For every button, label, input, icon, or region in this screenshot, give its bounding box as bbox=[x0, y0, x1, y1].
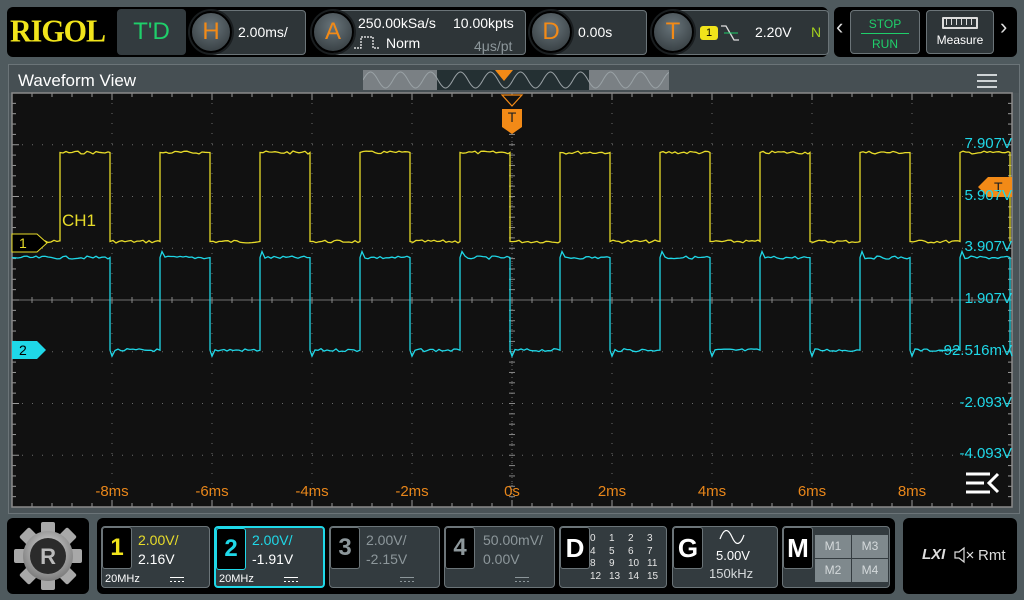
y-tick-label: -92.516mV bbox=[938, 341, 1012, 359]
rigol-gear-icon: R bbox=[14, 522, 82, 590]
x-tick-label: 0s bbox=[504, 483, 520, 500]
digital-bit: 14 bbox=[628, 570, 640, 582]
channel-2-number: 2 bbox=[216, 528, 246, 570]
channel-1-number: 1 bbox=[102, 527, 132, 569]
lxi-logo: LXI bbox=[922, 546, 946, 563]
y-tick-label: 7.907V bbox=[964, 134, 1012, 152]
channel-2-offset: -1.91V bbox=[252, 551, 294, 567]
digital-bit: 9 bbox=[609, 558, 615, 569]
digital-bit: 12 bbox=[590, 570, 602, 582]
digital-bit: 11 bbox=[647, 558, 658, 569]
digital-label: D bbox=[560, 527, 590, 569]
dc-coupling-icon bbox=[400, 577, 414, 583]
digital-bit: 1 bbox=[609, 533, 615, 544]
digital-bit: 2 bbox=[628, 533, 634, 544]
channel-1-card[interactable]: 1 2.00V/ 2.16V 20MHz bbox=[101, 526, 210, 588]
main-menu-button[interactable]: R bbox=[7, 518, 89, 594]
x-tick-label: -8ms bbox=[95, 483, 129, 500]
generator-label: G bbox=[673, 527, 703, 569]
y-tick-label: 3.907V bbox=[964, 238, 1012, 256]
channel-4-number: 4 bbox=[445, 527, 475, 569]
channel-1-scale: 2.00V/ bbox=[138, 532, 179, 548]
channel-2-bandwidth: 20MHz bbox=[219, 573, 254, 585]
ch1-trace-label: CH1 bbox=[62, 211, 97, 230]
waveform-display[interactable] bbox=[0, 0, 1024, 600]
math-m3-button[interactable]: M3 bbox=[852, 535, 888, 558]
speaker-muted-icon[interactable] bbox=[953, 546, 975, 564]
y-tick-label: 1.907V bbox=[964, 290, 1012, 307]
x-tick-label: -6ms bbox=[195, 483, 229, 500]
channel-4-card[interactable]: 4 50.00mV/ 0.00V bbox=[444, 526, 555, 588]
remote-indicator: Rmt bbox=[978, 547, 1006, 564]
y-tick-label: -2.093V bbox=[959, 393, 1012, 411]
channel-3-number: 3 bbox=[330, 527, 360, 569]
x-tick-label: -2ms bbox=[395, 483, 429, 500]
dc-coupling-icon bbox=[170, 577, 184, 583]
sine-wave-icon bbox=[719, 530, 745, 544]
y-tick-label: -4.093V bbox=[959, 445, 1012, 463]
x-tick-label: 8ms bbox=[897, 483, 927, 500]
dc-coupling-icon bbox=[515, 577, 529, 583]
digital-bit-grid: 0 1 2 3 4 5 6 7 8 9 10 11 12 13 14 15 bbox=[590, 533, 666, 583]
y-tick-label: 5.907V bbox=[964, 186, 1012, 204]
digital-bit: 10 bbox=[628, 558, 640, 569]
channel-3-scale: 2.00V/ bbox=[366, 532, 407, 548]
channel-1-bandwidth: 20MHz bbox=[105, 573, 140, 585]
channel-2-card[interactable]: 2 2.00V/ -1.91V 20MHz bbox=[214, 526, 325, 588]
channel-3-offset: -2.15V bbox=[366, 551, 408, 567]
digital-bit: 7 bbox=[647, 545, 653, 557]
channel-3-card[interactable]: 3 2.00V/ -2.15V bbox=[329, 526, 440, 588]
digital-bit: 3 bbox=[647, 533, 653, 544]
x-tick-label: 4ms bbox=[697, 483, 727, 500]
status-panel: LXI Rmt bbox=[903, 518, 1017, 594]
digital-bit: 5 bbox=[609, 545, 615, 557]
ch1-marker-label[interactable]: 1 bbox=[19, 235, 27, 251]
digital-bit: 0 bbox=[590, 533, 596, 544]
channel-2-scale: 2.00V/ bbox=[252, 532, 293, 548]
digital-bit: 4 bbox=[590, 545, 596, 557]
digital-bit: 6 bbox=[628, 545, 634, 557]
dc-coupling-icon bbox=[284, 577, 298, 583]
x-tick-label: 6ms bbox=[797, 483, 827, 500]
math-m1-button[interactable]: M1 bbox=[815, 535, 851, 558]
digital-bit: 8 bbox=[590, 558, 596, 569]
channel-1-offset: 2.16V bbox=[138, 551, 175, 567]
ch2-marker-label[interactable]: 2 bbox=[19, 342, 27, 358]
generator-frequency: 150kHz bbox=[709, 566, 754, 581]
math-m2-button[interactable]: M2 bbox=[815, 559, 851, 582]
generator-amplitude: 5.00V bbox=[716, 548, 750, 563]
x-tick-label: 2ms bbox=[597, 483, 627, 500]
generator-card[interactable]: G 5.00V 150kHz bbox=[672, 526, 778, 588]
svg-text:R: R bbox=[40, 544, 56, 569]
x-tick-label: -4ms bbox=[295, 483, 329, 500]
channel-4-scale: 50.00mV/ bbox=[483, 532, 543, 548]
digital-bit: 15 bbox=[647, 570, 659, 582]
digital-bit: 13 bbox=[609, 570, 621, 582]
math-m4-button[interactable]: M4 bbox=[852, 559, 888, 582]
trigger-position-label[interactable]: T bbox=[505, 109, 519, 125]
math-label: M bbox=[783, 527, 813, 569]
channel-4-offset: 0.00V bbox=[483, 551, 520, 567]
